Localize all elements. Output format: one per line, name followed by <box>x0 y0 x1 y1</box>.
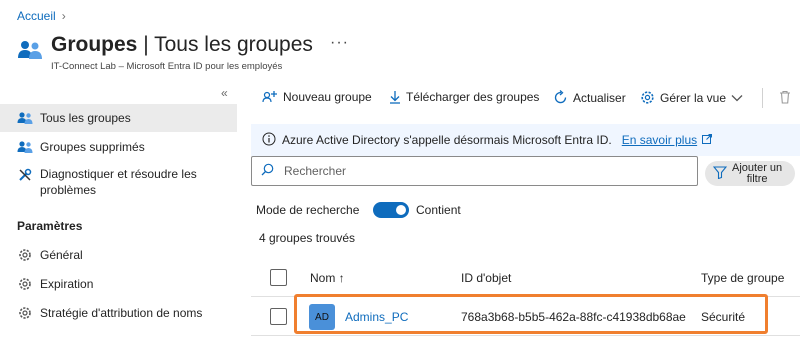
add-filter-label: Ajouter un filtre <box>732 162 782 185</box>
gear-icon <box>640 90 655 105</box>
page-title: Groupes | Tous les groupes <box>51 33 313 57</box>
refresh-icon <box>553 90 568 105</box>
manage-view-label: Gérer la vue <box>660 90 727 105</box>
more-options-button[interactable]: ··· <box>330 34 349 52</box>
search-mode-value: Contient <box>416 203 461 217</box>
refresh-label: Actualiser <box>573 90 626 105</box>
collapse-sidebar-button[interactable]: « <box>221 86 228 100</box>
toolbar-divider <box>762 88 763 108</box>
column-header-group-type[interactable]: Type de groupe <box>701 271 784 285</box>
add-filter-button[interactable]: Ajouter un filtre <box>705 161 795 186</box>
toggle-knob <box>396 205 406 215</box>
filter-icon <box>712 165 728 182</box>
download-groups-label: Télécharger des groupes <box>406 90 540 104</box>
breadcrumb: Accueil › <box>17 9 66 23</box>
groups-icon <box>17 39 43 61</box>
sidebar-item-label: Expiration <box>40 277 94 291</box>
wrench-icon <box>17 168 33 182</box>
sidebar-item-label: Général <box>40 248 83 262</box>
page-subtitle: IT-Connect Lab – Microsoft Entra ID pour… <box>51 61 283 72</box>
download-groups-button[interactable]: Télécharger des groupes <box>389 90 539 104</box>
breadcrumb-home-link[interactable]: Accueil <box>17 9 56 23</box>
search-placeholder: Rechercher <box>284 164 347 178</box>
sidebar-item-naming-policy[interactable]: Stratégie d'attribution de noms <box>0 299 237 327</box>
gear-icon <box>17 277 33 291</box>
sidebar-item-deleted-groups[interactable]: Groupes supprimés <box>0 133 237 161</box>
gear-icon <box>17 306 33 320</box>
search-icon <box>261 163 274 179</box>
add-group-icon <box>262 90 278 104</box>
sidebar-item-label: Stratégie d'attribution de noms <box>40 306 203 320</box>
sidebar-item-label: Diagnostiquer et résoudre les problèmes <box>40 166 197 198</box>
learn-more-link[interactable]: En savoir plus <box>622 133 697 147</box>
groups-icon <box>17 111 33 125</box>
table-row-divider <box>251 335 800 336</box>
delete-button[interactable] <box>779 90 791 109</box>
sidebar-item-label: Groupes supprimés <box>40 140 145 154</box>
sidebar-item-label: Tous les groupes <box>40 111 131 125</box>
download-icon <box>389 90 401 104</box>
manage-view-button[interactable]: Gérer la vue <box>640 90 743 105</box>
page-title-sub: Tous les groupes <box>154 33 313 56</box>
search-mode-label: Mode de recherche <box>256 203 360 217</box>
sidebar-item-label-line1: Diagnostiquer et résoudre les <box>40 167 197 181</box>
result-count: 4 groupes trouvés <box>259 231 356 245</box>
new-group-label: Nouveau groupe <box>283 90 372 104</box>
sidebar-item-all-groups[interactable]: Tous les groupes <box>0 104 237 132</box>
info-banner: Azure Active Directory s'appelle désorma… <box>251 124 800 156</box>
sidebar-item-general[interactable]: Général <box>0 241 237 269</box>
page-title-main: Groupes <box>51 33 138 56</box>
trash-icon <box>779 90 791 108</box>
search-input[interactable]: Rechercher <box>251 156 698 186</box>
chevron-down-icon <box>731 94 743 102</box>
sidebar-item-diagnose[interactable]: Diagnostiquer et résoudre les problèmes <box>0 164 237 206</box>
row-highlight-box <box>294 294 768 334</box>
page-title-sep: | <box>137 33 155 56</box>
sidebar-item-label-line2: problèmes <box>40 183 97 197</box>
chevron-right-icon: › <box>61 9 66 23</box>
column-header-object-id[interactable]: ID d'objet <box>461 271 511 285</box>
groups-icon <box>17 140 33 154</box>
sidebar-item-expiration[interactable]: Expiration <box>0 270 237 298</box>
column-header-name[interactable]: Nom ↑ <box>310 271 345 285</box>
search-mode-toggle[interactable] <box>373 202 409 218</box>
row-checkbox[interactable] <box>270 308 287 325</box>
info-icon <box>262 132 276 149</box>
add-filter-label-line2: filtre <box>746 172 768 185</box>
refresh-button[interactable]: Actualiser <box>553 90 626 105</box>
settings-section-heading: Paramètres <box>17 219 83 233</box>
select-all-checkbox[interactable] <box>270 269 287 286</box>
info-message: Azure Active Directory s'appelle désorma… <box>282 133 612 147</box>
external-link-icon <box>702 133 713 147</box>
gear-icon <box>17 248 33 262</box>
new-group-button[interactable]: Nouveau groupe <box>262 90 372 104</box>
